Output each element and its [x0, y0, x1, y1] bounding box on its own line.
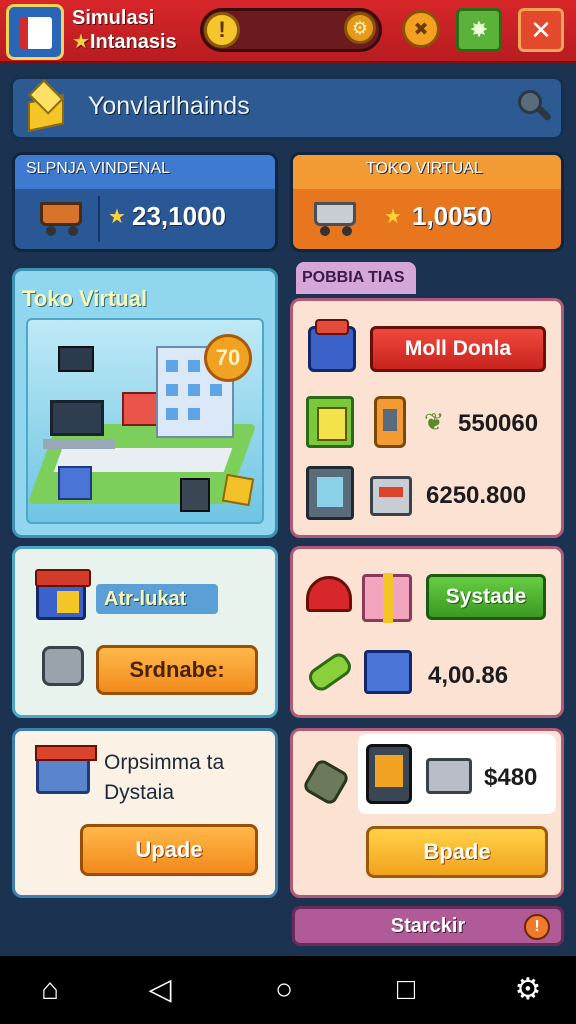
- puzzle-icon[interactable]: ✸: [456, 8, 502, 52]
- badge-icon: 70: [204, 334, 252, 382]
- price-value: $480: [484, 764, 538, 791]
- trolley-icon: [364, 650, 412, 694]
- stat-label-left: SLPNJA VINDENAL: [26, 160, 171, 177]
- mall-button[interactable]: Moll Donla: [370, 326, 546, 372]
- search-icon[interactable]: [514, 88, 554, 128]
- alert-icon[interactable]: !: [204, 12, 240, 48]
- app-logo[interactable]: [6, 4, 64, 60]
- alert-icon: !: [524, 914, 550, 940]
- wagon-icon: [35, 745, 97, 794]
- desc-line1: Orpsimma ta: [104, 751, 225, 774]
- tab-header[interactable]: POBBIA TIAS: [296, 262, 416, 294]
- lock-icon: [42, 646, 84, 686]
- gift-icon: [362, 573, 412, 623]
- cash-register-icon: [426, 758, 472, 794]
- system-panel: [290, 546, 564, 718]
- register-icon: [370, 476, 412, 516]
- value-3: 4,00.86: [428, 662, 509, 689]
- value-2: 6250.800: [426, 482, 527, 509]
- stat-label-right: TOKO VIRTUAL: [366, 160, 483, 177]
- book-icon: [20, 17, 52, 49]
- upgrade-description: Orpsimma ta Dystaia: [104, 748, 224, 808]
- system-button[interactable]: Systade: [426, 574, 546, 620]
- app-title-line2: Intanasis: [89, 31, 177, 53]
- gear-icon[interactable]: ⚙: [344, 12, 376, 44]
- square-icon[interactable]: □: [382, 966, 430, 1014]
- desc-line2: Dystaia: [104, 781, 175, 804]
- stat-value-right: 1,0050: [412, 201, 492, 231]
- app-title-line1: Simulasi: [72, 7, 155, 29]
- circle-icon[interactable]: ○: [260, 966, 308, 1014]
- wrench-icon[interactable]: ✖: [402, 10, 440, 48]
- leaf-icon: ❦: [424, 409, 445, 436]
- star-icon: ★: [72, 31, 90, 53]
- home-icon[interactable]: ⌂: [26, 966, 74, 1014]
- phone-icon: [366, 744, 412, 804]
- card-icon: [306, 396, 354, 448]
- cube-icon: [22, 79, 70, 132]
- store-illustration: 70: [26, 318, 264, 524]
- bpade-button[interactable]: Bpade: [366, 826, 548, 878]
- star-icon: ★: [108, 206, 126, 228]
- settings-icon[interactable]: ⚙: [504, 966, 552, 1014]
- atm-icon: [306, 466, 354, 520]
- banner-text: Yonvlarlhainds: [88, 92, 250, 120]
- srdnabe-button[interactable]: Srdnabe:: [96, 645, 258, 695]
- virtual-store-title: Toko Virtual: [22, 286, 148, 311]
- cart-icon: [308, 196, 362, 236]
- star-icon: ★: [384, 206, 402, 228]
- upgrade-button[interactable]: Upade: [80, 824, 258, 876]
- divider: [98, 196, 100, 242]
- basket-icon: [308, 319, 356, 372]
- app-title: Simulasi ★Intanasis: [72, 6, 177, 54]
- phone-icon: [374, 396, 406, 448]
- value-1: 550060: [458, 410, 539, 437]
- close-button[interactable]: ✕: [518, 8, 564, 52]
- stat-value-left: 23,1000: [132, 201, 226, 231]
- back-icon[interactable]: ◁: [136, 966, 184, 1014]
- cart-icon: [34, 196, 88, 236]
- shelf-icon: [35, 569, 91, 620]
- item-chip[interactable]: Atr-lukat: [96, 584, 218, 614]
